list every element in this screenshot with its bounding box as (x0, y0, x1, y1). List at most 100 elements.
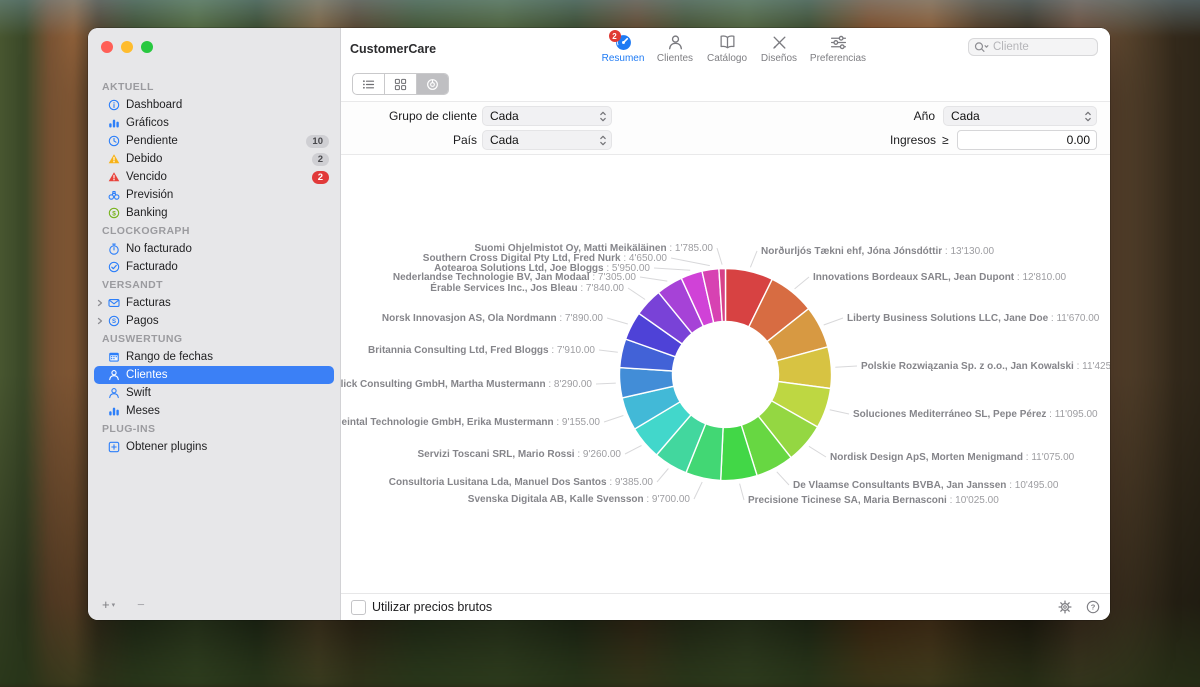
sidebar-item-clientes[interactable]: Clientes (94, 366, 334, 384)
tab-disenos[interactable]: Diseños (753, 33, 805, 64)
sidebar-item-label: Banking (126, 207, 168, 219)
sidebar-item-debido[interactable]: Debido 2 (94, 150, 334, 168)
label-leader-line (777, 472, 789, 485)
updown-chevrons-icon (599, 110, 607, 123)
sidebar-item-banking[interactable]: $ Banking (94, 204, 334, 222)
segment-donut-icon[interactable] (417, 74, 448, 94)
slice-label: Polskie Rozwiązania Sp. z o.o., Jan Kowa… (861, 361, 1110, 372)
sidebar-item-label: Debido (126, 153, 162, 165)
remove-button[interactable]: − (137, 597, 145, 612)
label-leader-line (717, 248, 722, 265)
sidebar-section-clockograph: CLOCKOGRAPH (88, 222, 340, 240)
window-controls (101, 41, 153, 53)
view-segmented-control (352, 73, 449, 95)
ano-select[interactable]: Cada (943, 106, 1097, 126)
sidebar-item-rango-de-fechas[interactable]: Rango de fechas (94, 348, 334, 366)
sidebar-item-prevision[interactable]: Previsión (94, 186, 334, 204)
timer-icon (106, 243, 121, 255)
filter-label-ingresos: Ingresos (821, 130, 936, 150)
updown-chevrons-icon (1084, 110, 1092, 123)
sliders-icon (830, 33, 847, 51)
label-leader-line (607, 318, 628, 324)
search-placeholder: Cliente (993, 41, 1029, 53)
tab-label: Clientes (657, 53, 693, 64)
slice-label: Innovations Bordeaux SARL, Jean Dupont :… (813, 272, 1067, 283)
slice-label: Alpenblick Consulting GmbH, Martha Muste… (341, 379, 592, 390)
label-leader-line (596, 383, 616, 384)
filter-label-pais: País (341, 130, 477, 150)
label-leader-line (824, 318, 843, 325)
slice-label: Southern Cross Digital Pty Ltd, Fred Nur… (423, 253, 668, 264)
gauge-icon: 2 (615, 33, 632, 51)
grupo-select[interactable]: Cada (482, 106, 612, 126)
sidebar-item-vencido[interactable]: Vencido2 (94, 168, 334, 186)
slice-label: Liberty Business Solutions LLC, Jane Doe… (847, 313, 1100, 324)
sidebar-item-meses[interactable]: Meses (94, 402, 334, 420)
svg-text:?: ? (1091, 603, 1096, 612)
toolbar: CustomerCare 2 Resumen Clientes CatálogoDis… (341, 28, 1110, 102)
slice-label: Svenska Digitala AB, Kalle Svensson : 9'… (468, 494, 691, 505)
help-icon[interactable]: ? (1086, 600, 1100, 614)
dollar-circle-icon: $ (106, 207, 121, 219)
sidebar-item-label: Facturado (126, 261, 178, 273)
search-field[interactable]: Cliente (968, 38, 1098, 56)
tab-label: Resumen (602, 53, 645, 64)
tab-preferencias[interactable]: Preferencias (805, 33, 871, 64)
sidebar-item-pagos[interactable]: SPagos (94, 312, 334, 330)
sidebar-item-label: Obtener plugins (126, 441, 207, 453)
sidebar-item-graficos[interactable]: Gráficos (94, 114, 334, 132)
sidebar-item-label: Rango de fechas (126, 351, 213, 363)
sidebar-item-dashboard[interactable]: Dashboard (94, 96, 334, 114)
sidebar-item-label: Facturas (126, 297, 171, 309)
minimize-button[interactable] (121, 41, 133, 53)
gross-prices-checkbox[interactable] (351, 600, 366, 615)
bottom-bar-icons: ? (1058, 600, 1100, 614)
tab-resumen[interactable]: 2 Resumen (597, 33, 649, 64)
info-circle-icon (106, 99, 121, 111)
sidebar-item-obtener-plugins[interactable]: Obtener plugins (94, 438, 334, 456)
svg-text:S: S (111, 319, 115, 325)
customercare-window: AKTUELLDashboardGráficosPendiente10Debid… (88, 28, 1110, 620)
add-button[interactable]: + ▾ (102, 597, 115, 612)
window-title: CustomerCare (350, 42, 436, 56)
sidebar-item-label: Vencido (126, 171, 167, 183)
tab-clientes[interactable]: Clientes (649, 33, 701, 64)
sidebar-item-pendiente[interactable]: Pendiente10 (94, 132, 334, 150)
envelope-icon (106, 297, 121, 309)
ingresos-input[interactable] (957, 130, 1097, 150)
label-leader-line (654, 268, 690, 270)
tab-label: Preferencias (810, 53, 866, 64)
disclosure-chevron-icon[interactable] (94, 299, 106, 307)
disclosure-chevron-icon[interactable] (94, 317, 106, 325)
clock-icon (106, 135, 121, 147)
sidebar-section-versandt: VERSANDT (88, 276, 340, 294)
label-leader-line (830, 410, 849, 414)
pais-select[interactable]: Cada (482, 130, 612, 150)
tab-catalogo[interactable]: Catálogo (701, 33, 753, 64)
ano-select-value: Cada (951, 109, 1084, 123)
segment-grid-icon[interactable] (385, 74, 417, 94)
count-badge: 2 (312, 153, 329, 166)
gear-icon[interactable] (1058, 600, 1072, 614)
label-leader-line (628, 288, 645, 300)
plus-square-icon (106, 441, 121, 453)
zoom-button[interactable] (141, 41, 153, 53)
add-label: + (102, 597, 110, 612)
svg-text:$: $ (112, 210, 116, 217)
sidebar-item-swift[interactable]: Swift (94, 384, 334, 402)
close-button[interactable] (101, 41, 113, 53)
calendar-icon (106, 351, 121, 363)
filter-bar: Grupo de cliente Cada País Cada Año Cada… (341, 102, 1110, 155)
sidebar-item-no-facturado[interactable]: No facturado (94, 240, 334, 258)
label-leader-line (599, 350, 618, 352)
sidebar-item-facturas[interactable]: Facturas (94, 294, 334, 312)
check-circle-icon (106, 261, 121, 273)
sidebar-item-facturado[interactable]: Facturado (94, 258, 334, 276)
sidebar-list: AKTUELLDashboardGráficosPendiente10Debid… (88, 28, 340, 456)
main-area: Norðurljós Tækni ehf, Jóna Jónsdóttir : … (341, 28, 1110, 620)
slice-label: Rheintal Technologie GmbH, Erika Musterm… (341, 417, 600, 428)
book-icon (719, 33, 736, 51)
segment-list-icon[interactable] (353, 74, 385, 94)
sidebar-item-label: No facturado (126, 243, 192, 255)
toolbar-tabs: 2 Resumen Clientes CatálogoDiseños Preferenc… (597, 33, 871, 64)
